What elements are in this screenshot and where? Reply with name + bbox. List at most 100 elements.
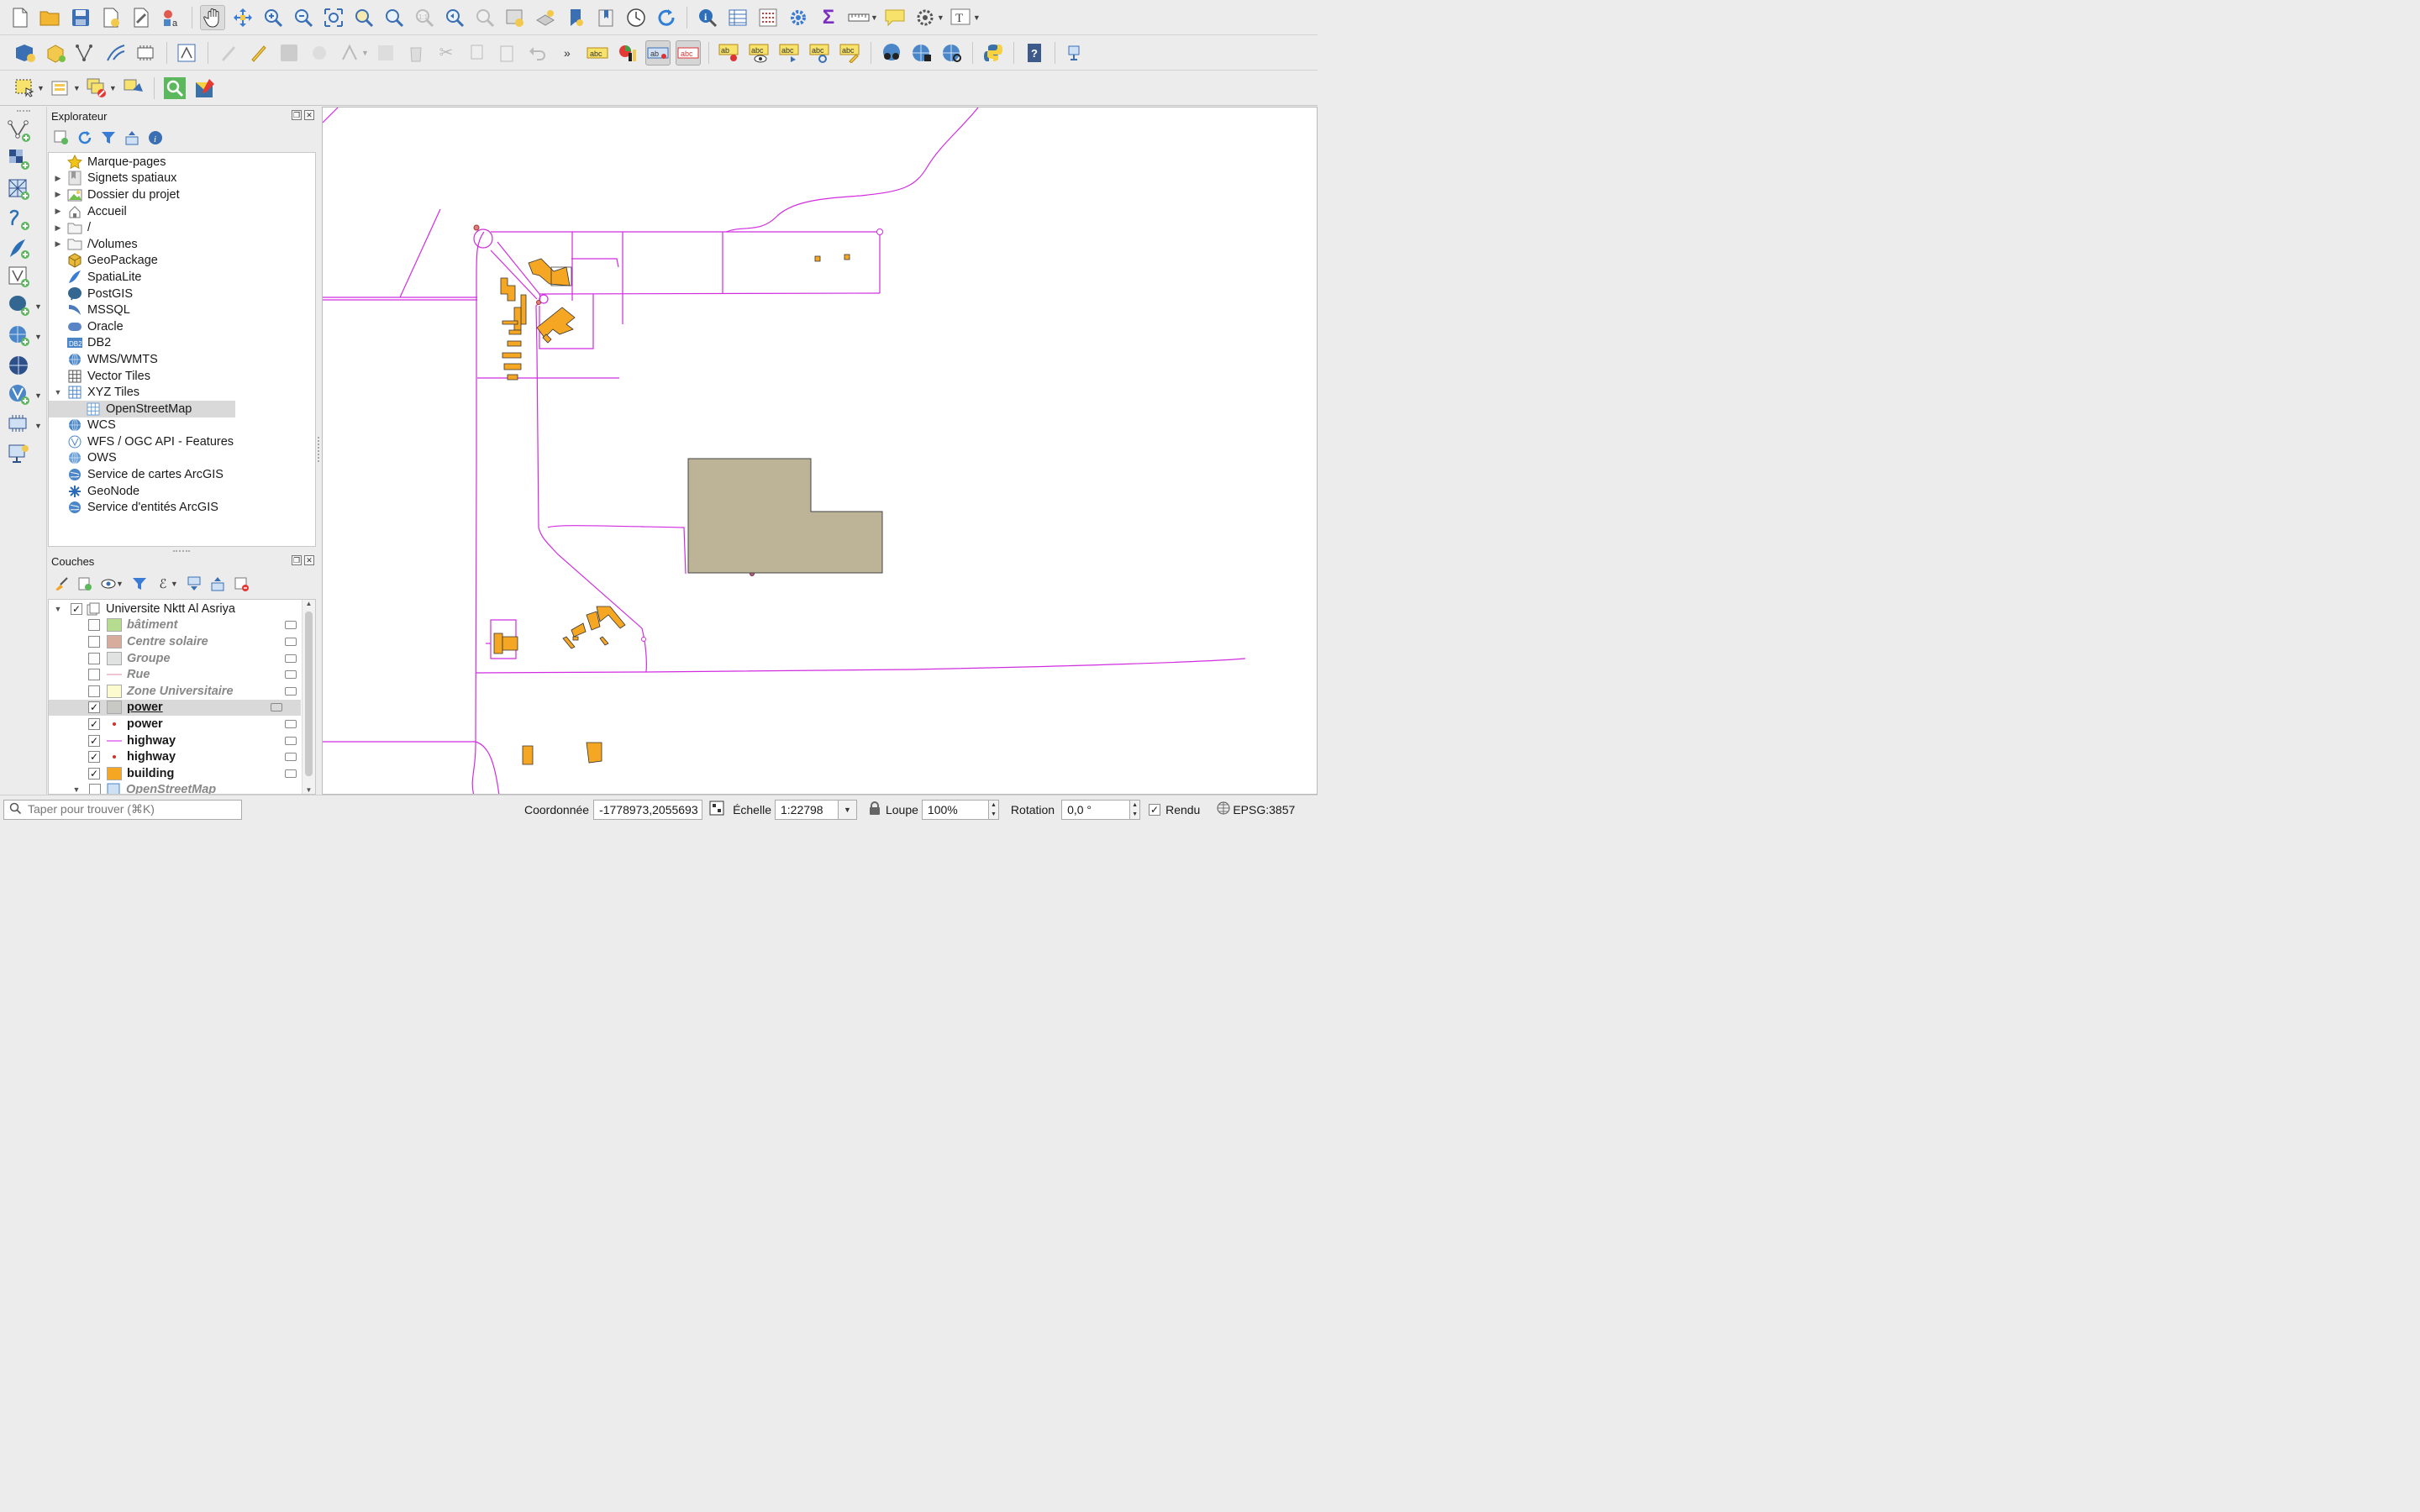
crs-globe-icon[interactable] (1217, 801, 1230, 817)
text-annotation-icon[interactable]: T (949, 5, 974, 30)
zoom-to-selection-icon[interactable] (351, 5, 376, 30)
browser-item-marque-pages[interactable]: Marque-pages (49, 154, 315, 171)
wms-dropdown-icon[interactable]: ▼ (34, 333, 42, 341)
browser-item-db2[interactable]: DB2 DB2 (49, 335, 315, 352)
coordinate-field[interactable]: -1778973,2055693 (593, 799, 703, 820)
browser-item-accueil[interactable]: ▶ Accueil (49, 203, 315, 220)
filter-expression-dropdown-icon[interactable]: ▼ (171, 580, 178, 588)
layer-visibility-checkbox[interactable]: ✓ (88, 701, 100, 714)
select-by-location-icon[interactable] (913, 5, 938, 30)
browser-item-service-de-cartes-arcgis[interactable]: Service de cartes ArcGIS (49, 466, 315, 483)
new-spatial-bookmark-icon[interactable] (563, 5, 588, 30)
layers-scrollbar[interactable]: ▲ ▼ (302, 600, 315, 794)
move-label-icon[interactable]: abc (777, 40, 802, 66)
add-selected-layers-icon[interactable] (52, 129, 71, 147)
filter-browser-icon[interactable] (99, 129, 118, 147)
new-print-layout-icon[interactable] (98, 5, 124, 30)
layer-row-highway[interactable]: ✓ highway (49, 732, 315, 749)
locator-search-icon[interactable] (162, 76, 187, 101)
layer-row-highway[interactable]: ✓ highway (49, 748, 315, 765)
new-map-view-icon[interactable] (502, 5, 528, 30)
browser-item-dossier-du-projet[interactable]: ▶ Dossier du projet (49, 186, 315, 203)
expand-arrow-icon[interactable]: ▶ (52, 223, 64, 233)
add-virtual-layer-icon[interactable] (5, 265, 34, 290)
select-by-location-dropdown-icon[interactable]: ▼ (937, 13, 944, 22)
select-location-shape-icon[interactable] (121, 76, 146, 101)
field-calculator-icon[interactable] (755, 5, 781, 30)
magnifier-spinner[interactable]: ▲ ▼ (988, 799, 999, 820)
layer-symbol-swatch[interactable] (107, 750, 122, 764)
browser-item-[interactable]: ▶ / (49, 219, 315, 236)
browser-item-openstreetmap[interactable]: OpenStreetMap (49, 400, 235, 417)
layer-visibility-checkbox[interactable]: ✓ (88, 734, 100, 747)
add-postgis-layer-icon[interactable] (5, 293, 34, 318)
plugin-tool-icon[interactable] (1063, 40, 1088, 66)
collapse-arrow-icon[interactable]: ▼ (52, 605, 64, 613)
zoom-out-icon[interactable] (291, 5, 316, 30)
layer-symbol-swatch[interactable] (107, 634, 122, 648)
browser-item-vector-tiles[interactable]: Vector Tiles (49, 368, 315, 385)
open-project-icon[interactable] (38, 5, 63, 30)
python-console-icon[interactable] (981, 40, 1006, 66)
measure-dropdown-icon[interactable]: ▼ (871, 13, 878, 22)
style-layer-brush-icon[interactable] (52, 575, 71, 593)
browser-item-service-d-entit-s-arcgis[interactable]: Service d'entités ArcGIS (49, 499, 315, 516)
new-shapefile-layer-icon[interactable] (13, 40, 38, 66)
layer-symbol-swatch[interactable] (107, 766, 122, 780)
remove-layer-icon[interactable] (232, 575, 250, 593)
layer-indicator-icon[interactable] (285, 686, 297, 696)
group-visibility-checkbox[interactable]: ✓ (71, 602, 82, 615)
add-spatialite-layer-icon[interactable] (5, 236, 34, 261)
float-layers-panel-button[interactable]: ❐ (292, 555, 302, 565)
temporal-controller-icon[interactable] (623, 5, 649, 30)
layer-indicator-icon[interactable] (285, 769, 297, 778)
new-project-icon[interactable] (8, 5, 33, 30)
filter-legend-icon[interactable] (130, 575, 149, 593)
layer-symbol-swatch[interactable] (107, 684, 122, 698)
browser-item-xyz-tiles[interactable]: ▼ XYZ Tiles (49, 384, 315, 401)
collapse-arrow-icon[interactable]: ▼ (71, 785, 82, 794)
float-panel-button[interactable]: ❐ (292, 110, 302, 120)
layer-row-zone-universitaire[interactable]: Zone Universitaire (49, 683, 315, 700)
layer-visibility-checkbox[interactable] (88, 685, 100, 697)
browser-item-oracle[interactable]: Oracle (49, 318, 315, 335)
layer-indicator-icon[interactable] (285, 753, 297, 762)
toolbar-overflow-icon[interactable]: » (555, 40, 580, 66)
collapse-all-layers-icon[interactable] (208, 575, 227, 593)
layer-row-building[interactable]: ✓ building (49, 765, 315, 782)
highlight-pinned-labels-icon[interactable]: ab (644, 39, 671, 66)
browser-item-ows[interactable]: OWS (49, 450, 315, 467)
map-tips-icon[interactable] (882, 5, 908, 30)
add-wms-layer-globe-icon[interactable] (909, 40, 934, 66)
show-hide-labels-icon[interactable]: abc (747, 40, 772, 66)
new-virtual-layer-icon[interactable] (134, 40, 159, 66)
layer-group-universite[interactable]: ▼ ✓ Universite Nktt Al Asriya (49, 601, 315, 617)
close-panel-button[interactable]: ✕ (304, 110, 314, 120)
zoom-full-icon[interactable] (321, 5, 346, 30)
new-temporary-layer-icon[interactable] (103, 40, 129, 66)
manage-visibility-eye-icon[interactable] (99, 575, 118, 593)
metasearch-globe-icon[interactable] (939, 40, 965, 66)
layer-indicator-icon[interactable] (271, 703, 282, 712)
quickosm-binoculars-icon[interactable] (879, 40, 904, 66)
new-spatialite-layer-icon[interactable] (73, 40, 98, 66)
crs-button[interactable]: EPSG:3857 (1233, 803, 1295, 816)
toggle-extents-mouse-icon[interactable] (709, 801, 724, 818)
add-vector-layer-icon[interactable] (5, 118, 34, 144)
select-by-value-dropdown-icon[interactable]: ▼ (73, 84, 81, 92)
zoom-in-icon[interactable] (260, 5, 286, 30)
map-canvas[interactable] (322, 107, 1318, 795)
locator-search-input[interactable]: Taper pour trouver (⌘K) (3, 799, 242, 820)
deselect-all-icon[interactable] (85, 76, 110, 101)
expand-arrow-icon[interactable]: ▶ (52, 174, 64, 183)
measure-line-icon[interactable] (846, 5, 871, 30)
layer-symbol-swatch[interactable] (107, 701, 122, 715)
filter-expression-icon[interactable]: ℰ (154, 575, 172, 593)
rotation-field[interactable]: 0,0 ° (1061, 799, 1131, 820)
style-manager-icon[interactable]: a (159, 5, 184, 30)
browser-item-spatialite[interactable]: SpatiaLite (49, 269, 315, 286)
diagram-options-icon[interactable] (615, 40, 640, 66)
layer-visibility-checkbox[interactable] (88, 652, 100, 664)
layer-indicator-icon[interactable] (285, 719, 297, 728)
pan-to-selection-icon[interactable] (230, 5, 255, 30)
